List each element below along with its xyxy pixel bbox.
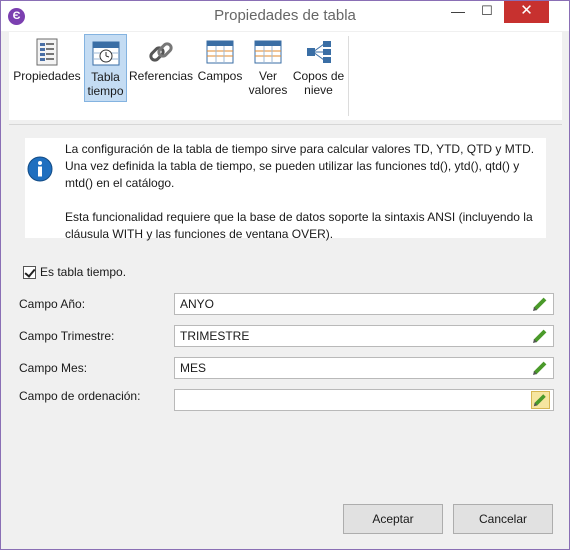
- tab-ver-valores-label-1: Ver: [258, 69, 277, 83]
- tab-referencias-label: Referencias: [129, 69, 194, 83]
- checkbox-checked-icon[interactable]: [23, 266, 36, 280]
- tab-propiedades[interactable]: Propiedades: [13, 34, 81, 102]
- tab-referencias[interactable]: Referencias: [129, 34, 193, 102]
- tab-tabla-tiempo-label-1: Tabla: [91, 70, 120, 84]
- accept-button[interactable]: Aceptar: [343, 504, 443, 534]
- tab-copos-label-2: nieve: [304, 83, 333, 97]
- info-paragraph-2: Esta funcionalidad requiere que la base …: [65, 210, 533, 241]
- title-bar: Є Propiedades de tabla — ☐ ✕: [1, 1, 569, 31]
- tab-ver-valores[interactable]: Ver valores: [247, 34, 289, 102]
- snowflake-tree-icon: [306, 41, 331, 63]
- info-icon: [27, 156, 53, 182]
- info-box: La configuración de la tabla de tiempo s…: [25, 138, 546, 241]
- tab-propiedades-label: Propiedades: [13, 69, 81, 83]
- tab-ver-valores-label-2: valores: [248, 83, 288, 97]
- info-text: La configuración de la tabla de tiempo s…: [65, 141, 545, 260]
- content-panel: La configuración de la tabla de tiempo s…: [9, 124, 562, 542]
- edit-pencil-icon[interactable]: [531, 327, 550, 345]
- year-field-value: ANYO: [180, 297, 215, 311]
- grid-values-icon: [254, 40, 282, 64]
- properties-icon: [36, 38, 58, 66]
- month-field-value: MES: [180, 361, 207, 375]
- year-field[interactable]: ANYO: [174, 293, 554, 315]
- info-paragraph-1: La configuración de la tabla de tiempo s…: [65, 142, 535, 190]
- edit-pencil-icon[interactable]: [531, 359, 550, 377]
- chain-link-icon: [149, 42, 173, 62]
- quarter-field-label: Campo Trimestre:: [19, 329, 115, 343]
- year-field-label: Campo Año:: [19, 297, 86, 311]
- is-time-table-checkbox[interactable]: Es tabla tiempo.: [23, 265, 126, 281]
- order-field[interactable]: [174, 389, 554, 411]
- tab-tabla-tiempo[interactable]: Tabla tiempo: [84, 34, 127, 102]
- edit-pencil-icon[interactable]: [531, 391, 550, 409]
- cancel-button[interactable]: Cancelar: [453, 504, 553, 534]
- tab-copos-de-nieve[interactable]: Copos de nieve: [291, 34, 346, 102]
- tab-campos-label: Campos: [197, 69, 243, 83]
- toolbar-separator: [348, 36, 349, 116]
- edit-pencil-icon[interactable]: [531, 295, 550, 313]
- minimize-button[interactable]: —: [444, 1, 472, 23]
- tab-campos[interactable]: Campos: [196, 34, 244, 102]
- quarter-field[interactable]: TRIMESTRE: [174, 325, 554, 347]
- tab-copos-label-1: Copos de: [292, 69, 345, 83]
- order-field-label: Campo de ordenación:: [19, 389, 141, 403]
- quarter-field-value: TRIMESTRE: [180, 329, 250, 343]
- month-field-label: Campo Mes:: [19, 361, 88, 375]
- dialog-window: Є Propiedades de tabla — ☐ ✕ Propiedades: [0, 0, 570, 550]
- grid-icon: [206, 40, 234, 64]
- toolbar: Propiedades Tabla tiempo Referencias Cam…: [9, 32, 562, 120]
- is-time-table-label: Es tabla tiempo.: [40, 265, 127, 279]
- maximize-button[interactable]: ☐: [473, 1, 501, 23]
- calendar-clock-icon: [92, 41, 119, 66]
- close-button[interactable]: ✕: [504, 1, 549, 23]
- tab-tabla-tiempo-label-2: tiempo: [87, 84, 124, 98]
- month-field[interactable]: MES: [174, 357, 554, 379]
